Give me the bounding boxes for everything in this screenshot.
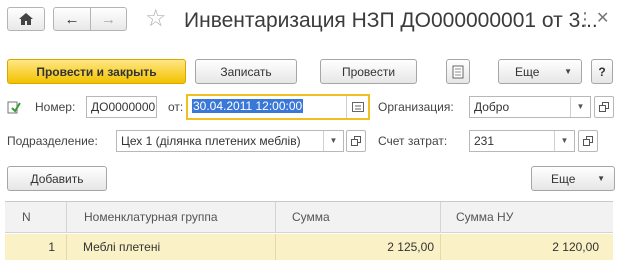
open-icon (599, 102, 609, 112)
column-header-sum-nu[interactable]: Сумма НУ (456, 202, 513, 232)
arrow-left-icon: ← (64, 10, 80, 28)
more-button[interactable]: Еще ▼ (498, 59, 582, 84)
division-label: Подразделение: (7, 134, 98, 148)
document-icon (452, 65, 464, 78)
chevron-down-icon[interactable]: ▼ (323, 131, 343, 151)
table-header: N Номенклатурная группа Сумма Сумма НУ (5, 201, 613, 233)
calendar-icon[interactable] (346, 96, 368, 118)
table-row[interactable]: 1 Меблі плетені 2 125,00 2 120,00 (5, 234, 613, 260)
column-header-nomenclature-group[interactable]: Номенклатурная группа (84, 202, 218, 232)
row-sum: 2 125,00 (387, 240, 434, 254)
chevron-down-icon: ▼ (564, 67, 572, 76)
organization-field[interactable]: Добро ▼ (469, 96, 591, 118)
organization-value: Добро (474, 100, 510, 114)
back-button[interactable]: ← (53, 7, 91, 31)
column-header-sum[interactable]: Сумма (292, 202, 330, 232)
cost-account-value: 231 (474, 134, 495, 148)
document-status-icon (7, 100, 21, 114)
date-label: от: (168, 100, 184, 114)
report-button[interactable] (446, 59, 470, 84)
home-button[interactable] (7, 7, 45, 31)
help-button[interactable]: ? (591, 59, 613, 84)
window-title: Инвентаризация НЗП ДО000000001 от 3... (184, 9, 598, 32)
home-icon (19, 13, 33, 25)
chevron-down-icon[interactable]: ▼ (554, 131, 574, 151)
arrow-right-icon: → (101, 10, 116, 28)
division-field[interactable]: Цех 1 (ділянка плетених меблів) ▼ (116, 130, 344, 152)
row-nomenclature-group: Меблі плетені (83, 240, 161, 254)
chevron-down-icon[interactable]: ▼ (570, 97, 590, 117)
open-icon (351, 136, 361, 146)
column-header-n[interactable]: N (22, 202, 31, 232)
date-value: 30.04.2011 12:00:00 (192, 99, 304, 113)
more-actions-icon[interactable]: ⋮ (576, 10, 594, 30)
chevron-down-icon: ▼ (597, 174, 605, 183)
division-value: Цех 1 (ділянка плетених меблів) (121, 134, 301, 148)
table-more-button[interactable]: Еще ▼ (531, 166, 615, 191)
cost-account-field[interactable]: 231 ▼ (469, 130, 575, 152)
number-label: Номер: (35, 100, 76, 114)
more-button-label: Еще (515, 64, 540, 79)
number-field[interactable]: ДО0000000 (86, 96, 157, 118)
table-more-button-label: Еще (551, 171, 576, 186)
organization-label: Организация: (378, 100, 454, 114)
organization-open-button[interactable] (594, 96, 614, 118)
save-button[interactable]: Записать (195, 59, 297, 84)
close-icon[interactable]: ✕ (596, 10, 612, 30)
post-button[interactable]: Провести (320, 59, 417, 84)
forward-button[interactable]: → (90, 7, 127, 31)
add-row-button[interactable]: Добавить (7, 166, 107, 191)
favorite-star-icon[interactable]: ☆ (145, 6, 171, 32)
row-sum-nu: 2 120,00 (552, 240, 599, 254)
cost-account-label: Счет затрат: (378, 134, 448, 148)
date-field[interactable]: 30.04.2011 12:00:00 (186, 94, 370, 120)
open-icon (583, 136, 593, 146)
post-and-close-button[interactable]: Провести и закрыть (7, 59, 186, 84)
row-number: 1 (48, 240, 55, 254)
cost-account-open-button[interactable] (578, 130, 598, 152)
division-open-button[interactable] (346, 130, 366, 152)
